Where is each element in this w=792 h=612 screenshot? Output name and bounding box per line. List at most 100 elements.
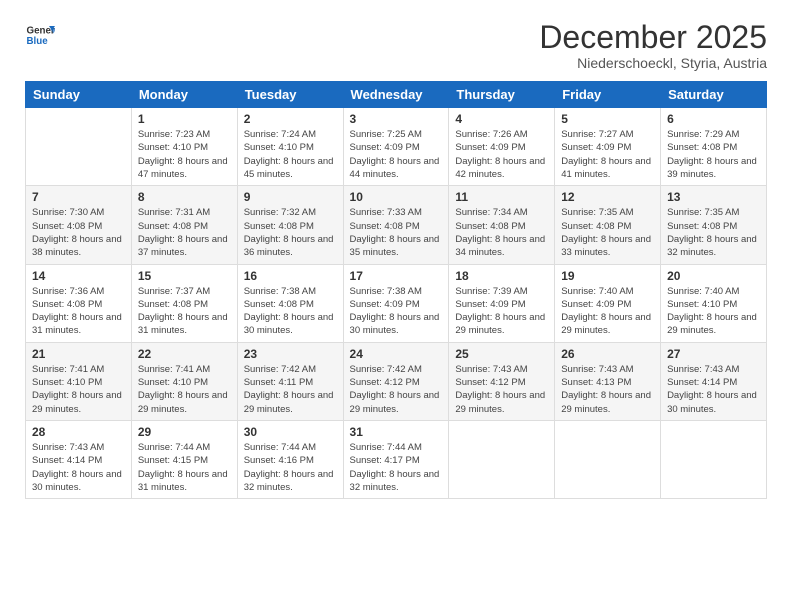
calendar-cell: 4 Sunrise: 7:26 AMSunset: 4:09 PMDaylight…: [449, 108, 555, 186]
day-info: Sunrise: 7:26 AMSunset: 4:09 PMDaylight:…: [455, 128, 548, 181]
day-number: 23: [244, 347, 337, 361]
day-number: 1: [138, 112, 231, 126]
day-info: Sunrise: 7:40 AMSunset: 4:09 PMDaylight:…: [561, 285, 654, 338]
day-number: 31: [350, 425, 443, 439]
day-info: Sunrise: 7:24 AMSunset: 4:10 PMDaylight:…: [244, 128, 337, 181]
calendar-cell: 29 Sunrise: 7:44 AMSunset: 4:15 PMDayligh…: [131, 420, 237, 498]
location-subtitle: Niederschoeckl, Styria, Austria: [539, 55, 767, 71]
calendar-cell: 5 Sunrise: 7:27 AMSunset: 4:09 PMDaylight…: [555, 108, 661, 186]
day-number: 12: [561, 190, 654, 204]
day-number: 13: [667, 190, 760, 204]
calendar-cell: 24 Sunrise: 7:42 AMSunset: 4:12 PMDayligh…: [343, 342, 449, 420]
day-info: Sunrise: 7:35 AMSunset: 4:08 PMDaylight:…: [561, 206, 654, 259]
day-number: 14: [32, 269, 125, 283]
day-number: 26: [561, 347, 654, 361]
day-info: Sunrise: 7:43 AMSunset: 4:13 PMDaylight:…: [561, 363, 654, 416]
calendar-week-1: 1 Sunrise: 7:23 AMSunset: 4:10 PMDaylight…: [26, 108, 767, 186]
logo: General Blue: [25, 20, 55, 50]
day-info: Sunrise: 7:44 AMSunset: 4:15 PMDaylight:…: [138, 441, 231, 494]
day-info: Sunrise: 7:38 AMSunset: 4:08 PMDaylight:…: [244, 285, 337, 338]
calendar-cell: 28Sunrise: 7:43 AMSunset: 4:14 PMDayligh…: [26, 420, 132, 498]
day-number: 10: [350, 190, 443, 204]
calendar-cell: 30 Sunrise: 7:44 AMSunset: 4:16 PMDayligh…: [237, 420, 343, 498]
calendar-cell: 27Sunrise: 7:43 AMSunset: 4:14 PMDayligh…: [661, 342, 767, 420]
day-info: Sunrise: 7:36 AMSunset: 4:08 PMDaylight:…: [32, 285, 125, 338]
day-info: Sunrise: 7:23 AMSunset: 4:10 PMDaylight:…: [138, 128, 231, 181]
day-info: Sunrise: 7:44 AMSunset: 4:16 PMDaylight:…: [244, 441, 337, 494]
column-header-wednesday: Wednesday: [343, 82, 449, 108]
day-number: 11: [455, 190, 548, 204]
day-number: 21: [32, 347, 125, 361]
calendar-week-3: 14 Sunrise: 7:36 AMSunset: 4:08 PMDayligh…: [26, 264, 767, 342]
day-number: 8: [138, 190, 231, 204]
day-info: Sunrise: 7:33 AMSunset: 4:08 PMDaylight:…: [350, 206, 443, 259]
calendar-cell: 21 Sunrise: 7:41 AMSunset: 4:10 PMDayligh…: [26, 342, 132, 420]
column-header-monday: Monday: [131, 82, 237, 108]
day-number: 30: [244, 425, 337, 439]
day-number: 25: [455, 347, 548, 361]
day-info: Sunrise: 7:43 AMSunset: 4:12 PMDaylight:…: [455, 363, 548, 416]
day-info: Sunrise: 7:37 AMSunset: 4:08 PMDaylight:…: [138, 285, 231, 338]
header: General Blue December 2025 Niederschoeck…: [25, 20, 767, 71]
column-header-sunday: Sunday: [26, 82, 132, 108]
page: General Blue December 2025 Niederschoeck…: [0, 0, 792, 612]
day-info: Sunrise: 7:41 AMSunset: 4:10 PMDaylight:…: [32, 363, 125, 416]
day-number: 20: [667, 269, 760, 283]
column-header-thursday: Thursday: [449, 82, 555, 108]
svg-text:Blue: Blue: [27, 36, 49, 47]
day-number: 28: [32, 425, 125, 439]
calendar-cell: 19Sunrise: 7:40 AMSunset: 4:09 PMDayligh…: [555, 264, 661, 342]
day-info: Sunrise: 7:31 AMSunset: 4:08 PMDaylight:…: [138, 206, 231, 259]
calendar-cell: [555, 420, 661, 498]
column-header-tuesday: Tuesday: [237, 82, 343, 108]
calendar-cell: 8 Sunrise: 7:31 AMSunset: 4:08 PMDaylight…: [131, 186, 237, 264]
calendar-cell: 22Sunrise: 7:41 AMSunset: 4:10 PMDayligh…: [131, 342, 237, 420]
calendar-header-row: SundayMondayTuesdayWednesdayThursdayFrid…: [26, 82, 767, 108]
calendar-table: SundayMondayTuesdayWednesdayThursdayFrid…: [25, 81, 767, 499]
day-info: Sunrise: 7:29 AMSunset: 4:08 PMDaylight:…: [667, 128, 760, 181]
calendar-cell: 6 Sunrise: 7:29 AMSunset: 4:08 PMDaylight…: [661, 108, 767, 186]
day-info: Sunrise: 7:27 AMSunset: 4:09 PMDaylight:…: [561, 128, 654, 181]
day-number: 15: [138, 269, 231, 283]
day-info: Sunrise: 7:25 AMSunset: 4:09 PMDaylight:…: [350, 128, 443, 181]
calendar-week-5: 28Sunrise: 7:43 AMSunset: 4:14 PMDayligh…: [26, 420, 767, 498]
day-number: 17: [350, 269, 443, 283]
day-info: Sunrise: 7:44 AMSunset: 4:17 PMDaylight:…: [350, 441, 443, 494]
day-number: 9: [244, 190, 337, 204]
calendar-cell: 15 Sunrise: 7:37 AMSunset: 4:08 PMDayligh…: [131, 264, 237, 342]
day-info: Sunrise: 7:30 AMSunset: 4:08 PMDaylight:…: [32, 206, 125, 259]
day-number: 22: [138, 347, 231, 361]
calendar-cell: 13 Sunrise: 7:35 AMSunset: 4:08 PMDayligh…: [661, 186, 767, 264]
calendar-cell: 14 Sunrise: 7:36 AMSunset: 4:08 PMDayligh…: [26, 264, 132, 342]
day-info: Sunrise: 7:35 AMSunset: 4:08 PMDaylight:…: [667, 206, 760, 259]
calendar-cell: 12 Sunrise: 7:35 AMSunset: 4:08 PMDayligh…: [555, 186, 661, 264]
calendar-cell: [661, 420, 767, 498]
day-number: 24: [350, 347, 443, 361]
day-number: 4: [455, 112, 548, 126]
day-number: 2: [244, 112, 337, 126]
calendar-cell: 18Sunrise: 7:39 AMSunset: 4:09 PMDayligh…: [449, 264, 555, 342]
calendar-cell: 2 Sunrise: 7:24 AMSunset: 4:10 PMDaylight…: [237, 108, 343, 186]
calendar-cell: 31 Sunrise: 7:44 AMSunset: 4:17 PMDayligh…: [343, 420, 449, 498]
calendar-cell: 9 Sunrise: 7:32 AMSunset: 4:08 PMDaylight…: [237, 186, 343, 264]
day-number: 16: [244, 269, 337, 283]
day-info: Sunrise: 7:40 AMSunset: 4:10 PMDaylight:…: [667, 285, 760, 338]
day-number: 27: [667, 347, 760, 361]
column-header-saturday: Saturday: [661, 82, 767, 108]
day-info: Sunrise: 7:42 AMSunset: 4:12 PMDaylight:…: [350, 363, 443, 416]
logo-icon: General Blue: [25, 20, 55, 50]
column-header-friday: Friday: [555, 82, 661, 108]
calendar-week-2: 7Sunrise: 7:30 AMSunset: 4:08 PMDaylight…: [26, 186, 767, 264]
day-number: 6: [667, 112, 760, 126]
calendar-week-4: 21 Sunrise: 7:41 AMSunset: 4:10 PMDayligh…: [26, 342, 767, 420]
month-title: December 2025: [539, 20, 767, 55]
calendar-cell: [449, 420, 555, 498]
calendar-cell: 10 Sunrise: 7:33 AMSunset: 4:08 PMDayligh…: [343, 186, 449, 264]
calendar-cell: 17Sunrise: 7:38 AMSunset: 4:09 PMDayligh…: [343, 264, 449, 342]
day-number: 29: [138, 425, 231, 439]
calendar-cell: 20 Sunrise: 7:40 AMSunset: 4:10 PMDayligh…: [661, 264, 767, 342]
day-info: Sunrise: 7:34 AMSunset: 4:08 PMDaylight:…: [455, 206, 548, 259]
day-number: 5: [561, 112, 654, 126]
day-info: Sunrise: 7:32 AMSunset: 4:08 PMDaylight:…: [244, 206, 337, 259]
calendar-cell: 25 Sunrise: 7:43 AMSunset: 4:12 PMDayligh…: [449, 342, 555, 420]
